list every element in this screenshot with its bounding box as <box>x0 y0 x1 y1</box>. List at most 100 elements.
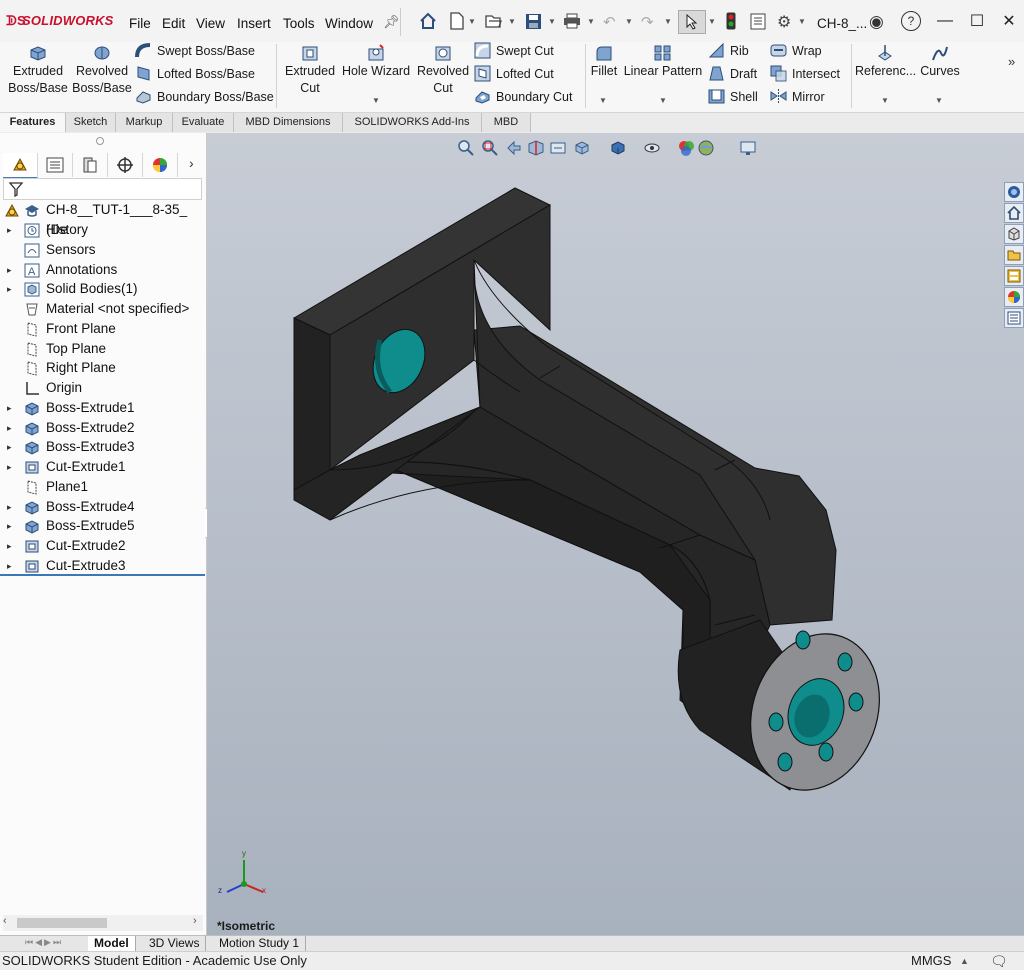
file-properties-icon[interactable] <box>748 11 768 31</box>
scroll-left-icon[interactable]: ‹ <box>3 915 7 927</box>
home-icon[interactable] <box>418 11 438 31</box>
new-document-icon[interactable] <box>447 11 467 31</box>
expand-arrow-icon[interactable]: ▸ <box>7 418 15 438</box>
panel-collapse-handle[interactable] <box>96 137 104 145</box>
expand-arrow-icon[interactable]: ▸ <box>7 497 15 517</box>
reference-geometry-button[interactable]: Referenc... <box>855 44 916 80</box>
tab-markup[interactable]: Markup <box>116 113 173 132</box>
extruded-cut-button[interactable]: Extruded Cut <box>282 44 338 97</box>
next-tab-icon[interactable]: ▶ <box>44 937 51 950</box>
expand-arrow-icon[interactable]: ▸ <box>7 516 15 536</box>
first-tab-icon[interactable]: ⏮ <box>25 937 33 950</box>
horizontal-scrollbar[interactable]: ‹ › <box>3 915 203 931</box>
featuremanager-tab[interactable] <box>3 153 38 179</box>
scrollbar-thumb[interactable] <box>17 918 107 928</box>
expand-arrow-icon[interactable]: ▸ <box>7 220 15 240</box>
open-dropdown-icon[interactable]: ▼ <box>508 17 516 26</box>
minimize-button[interactable]: — <box>932 10 958 32</box>
expand-arrow-icon[interactable]: ▸ <box>7 398 15 418</box>
shell-button[interactable]: Shell <box>708 88 758 105</box>
hole-wizard-dropdown-icon[interactable]: ▼ <box>372 96 380 105</box>
tab-evaluate[interactable]: Evaluate <box>173 113 234 132</box>
tree-item[interactable]: ▸ History <box>0 220 206 240</box>
extruded-boss-button[interactable]: Extruded Boss/Base <box>8 44 68 97</box>
displaymanager-tab[interactable] <box>143 153 178 177</box>
select-dropdown-icon[interactable]: ▼ <box>708 17 716 26</box>
undo-dropdown-icon[interactable]: ▼ <box>625 17 633 26</box>
undo-icon[interactable]: ↶ <box>603 13 616 31</box>
select-arrow-icon[interactable] <box>678 10 706 34</box>
redo-icon[interactable]: ↷ <box>641 13 654 31</box>
expand-arrow-icon[interactable]: ▸ <box>7 457 15 477</box>
panel-tabs-next-icon[interactable]: › <box>189 155 194 171</box>
close-button[interactable]: ✕ <box>996 10 1022 32</box>
save-dropdown-icon[interactable]: ▼ <box>548 17 556 26</box>
rollback-bar[interactable] <box>0 574 205 576</box>
tree-root-part[interactable]: CH-8__TUT-1___8-35_ (De <box>0 200 206 237</box>
configurationmanager-tab[interactable] <box>73 153 108 177</box>
menu-view[interactable]: View <box>196 16 225 31</box>
expand-arrow-icon[interactable]: ▸ <box>7 556 15 576</box>
menu-window[interactable]: Window <box>325 16 373 31</box>
lofted-cut-button[interactable]: Lofted Cut <box>474 65 554 82</box>
rebuild-icon[interactable] <box>721 11 741 31</box>
propertymanager-tab[interactable] <box>38 153 73 177</box>
expand-arrow-icon[interactable]: ▸ <box>7 536 15 556</box>
tab-motion-study-1[interactable]: Motion Study 1 <box>213 936 307 951</box>
tree-item[interactable]: Top Plane <box>0 339 206 359</box>
tree-item[interactable]: ▸ Boss-Extrude3 <box>0 437 206 457</box>
save-icon[interactable] <box>523 11 543 31</box>
tab-mbd-dimensions[interactable]: MBD Dimensions <box>234 113 343 132</box>
boundary-boss-button[interactable]: Boundary Boss/Base <box>135 88 274 105</box>
tab-features[interactable]: Features <box>0 113 66 132</box>
last-tab-icon[interactable]: ⏭ <box>53 937 61 950</box>
tree-item[interactable]: Origin <box>0 378 206 398</box>
tree-item[interactable]: Right Plane <box>0 358 206 378</box>
menu-tools[interactable]: Tools <box>283 16 315 31</box>
status-chat-icon[interactable]: 🗨︎ <box>990 952 1008 970</box>
swept-cut-button[interactable]: Swept Cut <box>474 42 554 59</box>
tree-item[interactable]: ▸ Boss-Extrude1 <box>0 398 206 418</box>
open-icon[interactable] <box>484 11 504 31</box>
swept-boss-button[interactable]: Swept Boss/Base <box>135 42 255 59</box>
draft-button[interactable]: Draft <box>708 65 757 82</box>
linear-pattern-button[interactable]: Linear Pattern <box>622 44 704 80</box>
tree-item[interactable]: Plane1 <box>0 477 206 497</box>
dimxpertmanager-tab[interactable] <box>108 153 143 177</box>
help-icon[interactable]: ? <box>901 11 921 31</box>
linear-pattern-dropdown-icon[interactable]: ▼ <box>659 96 667 105</box>
scroll-right-icon[interactable]: › <box>193 915 197 927</box>
tree-item[interactable]: Material <not specified> <box>0 299 206 319</box>
tab-sketch[interactable]: Sketch <box>66 113 116 132</box>
fillet-button[interactable]: Fillet <box>588 44 620 80</box>
solidworks-logo[interactable]: ᗫSSOLIDWORKS <box>6 13 114 29</box>
tree-item[interactable]: ▸ Cut-Extrude3 <box>0 556 206 576</box>
tree-item[interactable]: ▸ A Annotations <box>0 260 206 280</box>
tree-item[interactable]: Sensors <box>0 240 206 260</box>
mirror-button[interactable]: Mirror <box>770 88 825 105</box>
menu-file[interactable]: File <box>129 16 151 31</box>
tab-3d-views[interactable]: 3D Views <box>143 936 207 951</box>
print-dropdown-icon[interactable]: ▼ <box>587 17 595 26</box>
options-dropdown-icon[interactable]: ▼ <box>798 17 806 26</box>
tab-solidworks-addins[interactable]: SOLIDWORKS Add-Ins <box>343 113 482 132</box>
appearances-scenes-icon[interactable] <box>1004 287 1024 307</box>
boundary-cut-button[interactable]: Boundary Cut <box>474 88 572 105</box>
expand-arrow-icon[interactable]: ▸ <box>7 279 15 299</box>
tree-item[interactable]: ▸ Boss-Extrude5 <box>0 516 206 536</box>
menu-edit[interactable]: Edit <box>162 16 185 31</box>
filter-field[interactable] <box>3 178 202 200</box>
user-account-icon[interactable]: ◉ <box>869 12 884 32</box>
hole-wizard-button[interactable]: Hole Wizard <box>340 44 412 80</box>
pin-icon[interactable]: 📌︎ <box>383 14 400 30</box>
units-indicator[interactable]: MMGS <box>911 952 951 970</box>
tree-item[interactable]: ▸ Solid Bodies(1) <box>0 279 206 299</box>
tree-item[interactable]: ▸ Boss-Extrude4 <box>0 497 206 517</box>
maximize-button[interactable]: ☐ <box>964 10 990 32</box>
intersect-button[interactable]: Intersect <box>770 65 840 82</box>
wrap-button[interactable]: Wrap <box>770 42 822 59</box>
fillet-dropdown-icon[interactable]: ▼ <box>599 96 607 105</box>
more-commands-icon[interactable]: » <box>1008 54 1015 69</box>
revolved-boss-button[interactable]: Revolved Boss/Base <box>72 44 132 97</box>
options-gear-icon[interactable]: ⚙ <box>777 12 791 32</box>
